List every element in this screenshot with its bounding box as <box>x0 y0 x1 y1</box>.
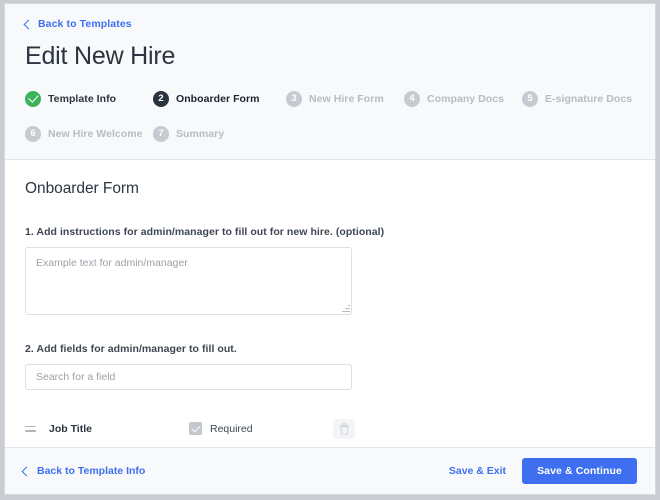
back-to-templates-link[interactable]: Back to Templates <box>23 18 132 31</box>
required-checkbox[interactable] <box>189 422 202 436</box>
stepper: Template Info 2 Onboarder Form 3 New Hir… <box>25 86 635 147</box>
stepper-step-company-docs[interactable]: 4 Company Docs <box>404 86 522 112</box>
required-label: Required <box>210 422 253 435</box>
stepper-step-label: Template Info <box>48 92 117 105</box>
stepper-step-label: E-signature Docs <box>545 92 633 105</box>
stepper-step-esignature-docs[interactable]: 5 E-signature Docs <box>522 86 632 112</box>
back-to-template-info-label: Back to Template Info <box>37 465 146 477</box>
stepper-step-label: Summary <box>176 127 225 140</box>
trash-icon <box>339 422 349 435</box>
stepper-step-label: Onboarder Form <box>176 92 260 105</box>
stepper-step-new-hire-welcome[interactable]: 6 New Hire Welcome <box>25 121 153 147</box>
drag-handle-icon[interactable] <box>25 425 45 432</box>
field-name-label: Job Title <box>49 422 92 435</box>
stepper-step-template-info[interactable]: Template Info <box>25 86 153 112</box>
page-footer: Back to Template Info Save & Exit Save &… <box>5 447 655 494</box>
stepper-step-new-hire-form[interactable]: 3 New Hire Form <box>286 86 404 112</box>
step-badge-number: 5 <box>522 90 538 107</box>
stepper-step-label: Company Docs <box>427 92 505 105</box>
delete-field-button[interactable] <box>333 418 355 439</box>
step-badge-number: 2 <box>153 90 169 107</box>
field-row: Job Title Required <box>25 418 355 440</box>
step-badge-number: 4 <box>404 90 420 107</box>
instructions-question-label: 1. Add instructions for admin/manager to… <box>25 225 385 238</box>
footer-actions: Save & Exit Save & Continue <box>449 458 637 484</box>
stepper-step-label: New Hire Form <box>309 92 384 105</box>
stepper-step-onboarder-form[interactable]: 2 Onboarder Form <box>153 86 286 112</box>
section-title: Onboarder Form <box>25 179 139 197</box>
template-editor-page: Back to Templates Edit New Hire Template… <box>4 3 656 495</box>
back-to-templates-label: Back to Templates <box>38 18 132 31</box>
instructions-textarea[interactable] <box>25 246 352 315</box>
chevron-left-icon <box>21 466 32 476</box>
stepper-step-summary[interactable]: 7 Summary <box>153 121 224 147</box>
step-badge-number: 3 <box>286 90 302 107</box>
field-required-group: Required <box>189 422 333 436</box>
step-badge-number: 6 <box>25 125 41 142</box>
form-content: Onboarder Form 1. Add instructions for a… <box>5 160 655 447</box>
instructions-textarea-wrapper <box>25 246 352 315</box>
back-to-template-info-link[interactable]: Back to Template Info <box>21 465 146 477</box>
page-header: Back to Templates Edit New Hire Template… <box>5 4 655 160</box>
field-search-input[interactable] <box>25 363 352 390</box>
step-badge-number: 7 <box>153 125 169 142</box>
save-and-exit-button[interactable]: Save & Exit <box>449 465 506 477</box>
chevron-left-icon <box>23 19 34 30</box>
stepper-step-label: New Hire Welcome <box>48 127 143 140</box>
fields-question-label: 2. Add fields for admin/manager to fill … <box>25 342 237 355</box>
save-and-continue-button[interactable]: Save & Continue <box>522 458 637 484</box>
page-title: Edit New Hire <box>25 42 176 70</box>
step-badge-complete-icon <box>25 90 41 107</box>
